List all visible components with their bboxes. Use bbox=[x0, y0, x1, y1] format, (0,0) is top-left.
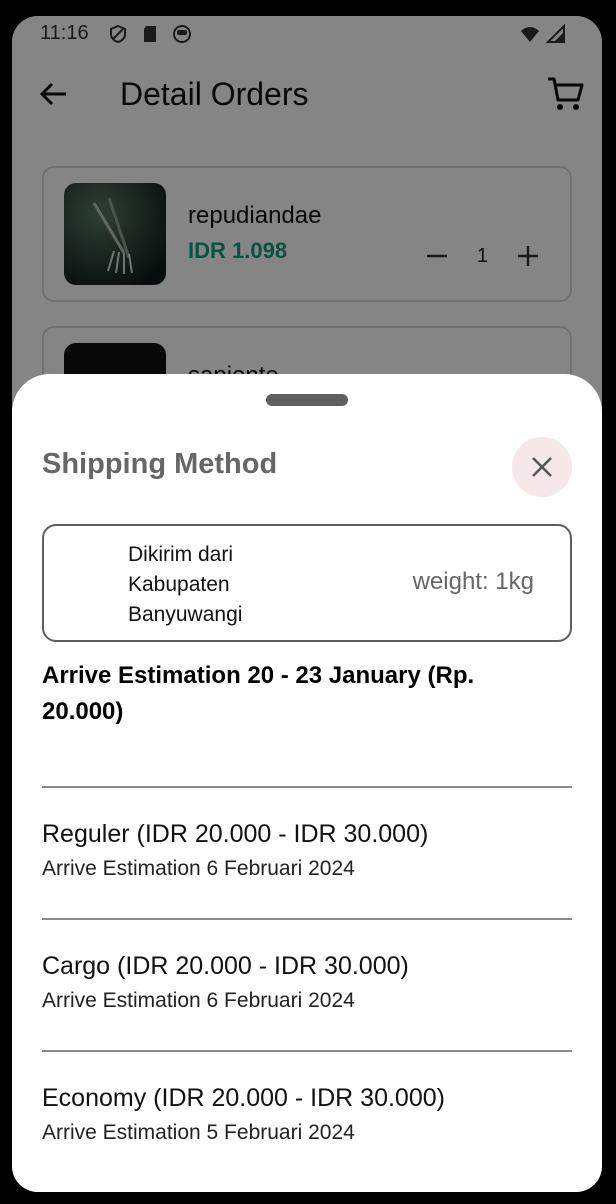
option-price-range: (IDR 20.000 - IDR 30.000) bbox=[117, 952, 409, 980]
option-name: Economy bbox=[42, 1084, 147, 1112]
option-price-range: (IDR 20.000 - IDR 30.000) bbox=[136, 820, 429, 848]
option-title: Cargo (IDR 20.000 - IDR 30.000) bbox=[42, 952, 572, 981]
origin-line-1: Dikirim dari bbox=[128, 543, 233, 566]
option-title: Economy (IDR 20.000 - IDR 30.000) bbox=[42, 1084, 572, 1113]
phone-screen: 11:16 Detail Orders repudiandae IDR 1.09… bbox=[12, 16, 602, 1192]
arrive-estimation: Arrive Estimation 20 - 23 January (Rp. 2… bbox=[42, 662, 475, 725]
option-estimate: Arrive Estimation 5 Februari 2024 bbox=[42, 1121, 355, 1144]
close-button[interactable] bbox=[512, 437, 572, 497]
drag-handle[interactable] bbox=[266, 394, 348, 406]
sheet-title: Shipping Method bbox=[42, 448, 278, 480]
shipping-option-cargo[interactable]: Cargo (IDR 20.000 - IDR 30.000) Arrive E… bbox=[42, 952, 572, 1013]
option-estimate: Arrive Estimation 6 Februari 2024 bbox=[42, 989, 355, 1012]
origin-line-3: Banyuwangi bbox=[128, 603, 243, 626]
divider bbox=[42, 1050, 572, 1052]
option-title: Reguler (IDR 20.000 - IDR 30.000) bbox=[42, 820, 572, 849]
origin-text: Dikirim dari Kabupaten Banyuwangi bbox=[128, 540, 288, 630]
package-weight: weight: 1kg bbox=[412, 568, 534, 595]
close-icon bbox=[532, 457, 552, 477]
option-name: Reguler bbox=[42, 820, 130, 848]
divider bbox=[42, 786, 572, 788]
shipping-origin-box: Dikirim dari Kabupaten Banyuwangi weight… bbox=[42, 524, 572, 642]
option-estimate: Arrive Estimation 6 Februari 2024 bbox=[42, 857, 355, 880]
divider bbox=[42, 918, 572, 920]
shipping-method-sheet: Shipping Method Dikirim dari Kabupaten B… bbox=[12, 374, 602, 1192]
option-price-range: (IDR 20.000 - IDR 30.000) bbox=[153, 1084, 445, 1112]
option-name: Cargo bbox=[42, 952, 111, 980]
origin-line-2: Kabupaten bbox=[128, 573, 230, 596]
shipping-option-economy[interactable]: Economy (IDR 20.000 - IDR 30.000) Arrive… bbox=[42, 1084, 572, 1145]
shipping-option-reguler[interactable]: Reguler (IDR 20.000 - IDR 30.000) Arrive… bbox=[42, 820, 572, 881]
